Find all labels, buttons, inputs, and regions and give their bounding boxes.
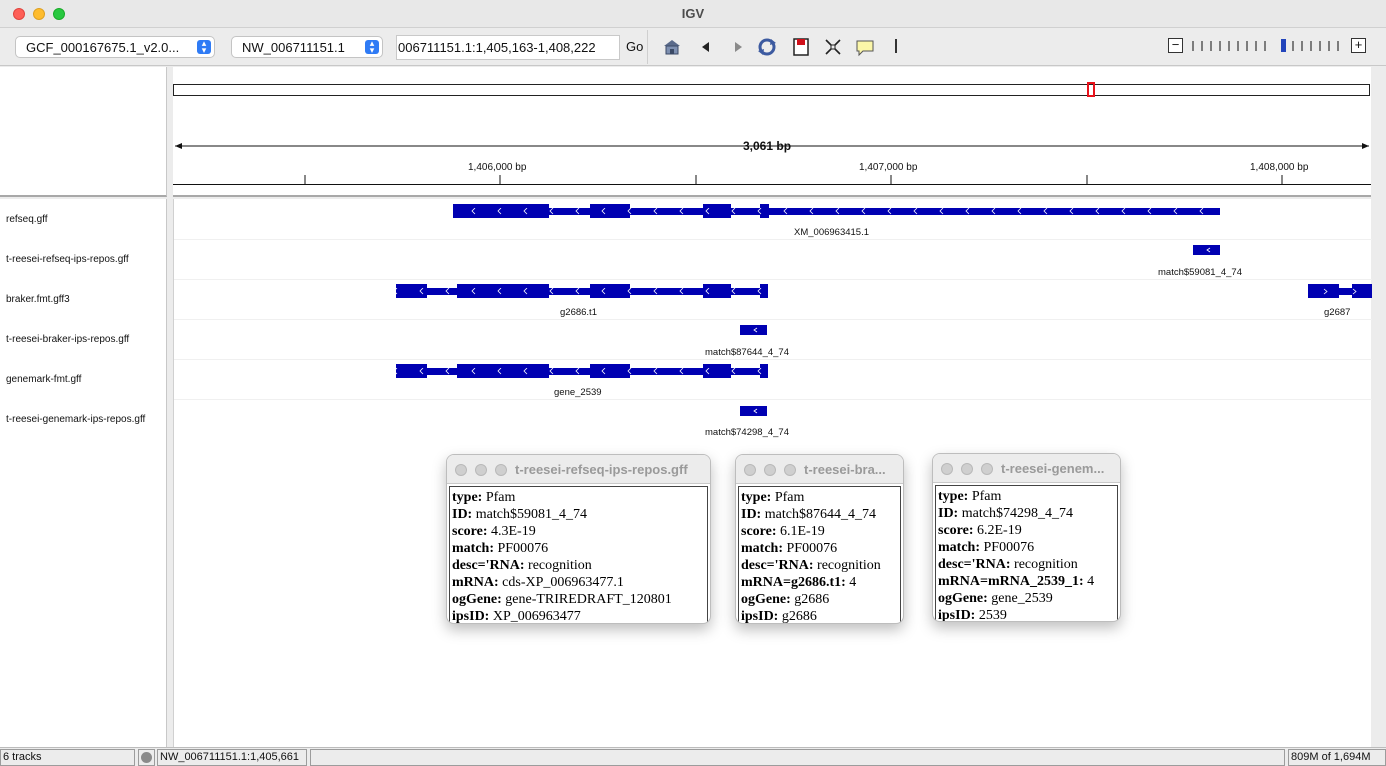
status-message bbox=[310, 749, 1285, 766]
ruler-panel: 3,061 bp 1,406,000 bp 1,407,000 bp 1,408… bbox=[173, 67, 1371, 197]
popup-titlebar[interactable]: t-reesei-genem... bbox=[933, 454, 1120, 483]
status-bar: 6 tracks NW_006711151.1:1,405,661 809M o… bbox=[0, 747, 1386, 766]
gene-feature-refseq bbox=[453, 204, 1220, 218]
popup-body: type: Pfam ID: match$59081_4_74 score: 4… bbox=[452, 490, 672, 624]
feature-label: XM_006963415.1 bbox=[794, 227, 870, 238]
popup-titlebar[interactable]: t-reesei-bra... bbox=[736, 455, 903, 484]
gene-feature-braker bbox=[396, 284, 768, 298]
resize-to-window-icon[interactable] bbox=[823, 37, 843, 57]
feature-label: match$87644_4_74 bbox=[705, 347, 789, 358]
track-name-genemark[interactable]: genemark-fmt.gff bbox=[6, 374, 81, 385]
chevron-updown-icon: ▴ ▾ bbox=[365, 39, 379, 55]
track-name-refseq[interactable]: refseq.gff bbox=[6, 214, 48, 225]
popup-title: t-reesei-bra... bbox=[804, 462, 886, 477]
refresh-icon[interactable] bbox=[757, 37, 777, 57]
popup-close-button[interactable] bbox=[455, 464, 467, 476]
header-name-panel bbox=[0, 67, 167, 197]
popup-maximize-button[interactable] bbox=[495, 464, 507, 476]
track-name-panel: refseq.gff t-reesei-refseq-ips-repos.gff… bbox=[0, 199, 167, 747]
feature-popup-genemark-ips[interactable]: t-reesei-genem... type: Pfam ID: match$7… bbox=[932, 453, 1121, 622]
feature-label: g2686.t1 bbox=[560, 307, 597, 318]
feature-popup-braker-ips[interactable]: t-reesei-bra... type: Pfam ID: match$876… bbox=[735, 454, 904, 624]
feature-popup-refseq-ips[interactable]: t-reesei-refseq-ips-repos.gff type: Pfam… bbox=[446, 454, 711, 624]
popup-titlebar[interactable]: t-reesei-refseq-ips-repos.gff bbox=[447, 455, 710, 484]
feature-label: gene_2539 bbox=[554, 387, 602, 398]
ideogram-and-ruler[interactable] bbox=[173, 67, 1371, 197]
popup-close-button[interactable] bbox=[744, 464, 756, 476]
popup-minimize-button[interactable] bbox=[961, 463, 973, 475]
popup-close-button[interactable] bbox=[941, 463, 953, 475]
region-of-interest-icon[interactable] bbox=[791, 37, 811, 57]
ruler-span-label: 3,061 bp bbox=[743, 139, 792, 153]
back-arrow-icon[interactable] bbox=[696, 37, 716, 57]
go-button[interactable]: Go bbox=[626, 39, 643, 54]
right-margin bbox=[1371, 67, 1386, 747]
popup-body: type: Pfam ID: match$87644_4_74 score: 6… bbox=[741, 490, 881, 624]
track-name-refseq-ips[interactable]: t-reesei-refseq-ips-repos.gff bbox=[6, 254, 129, 265]
forward-arrow-icon[interactable] bbox=[728, 37, 748, 57]
popup-title: t-reesei-genem... bbox=[1001, 461, 1105, 476]
feature-label: g2687 bbox=[1324, 307, 1351, 318]
popup-info-icon[interactable] bbox=[855, 37, 875, 57]
ruler-tick-label: 1,408,000 bp bbox=[1250, 162, 1309, 173]
status-indicator-icon bbox=[141, 752, 152, 763]
window-title: IGV bbox=[681, 6, 705, 21]
toolbar-divider bbox=[647, 30, 648, 64]
status-track-count: 6 tracks bbox=[0, 749, 135, 766]
feature-tracks-canvas[interactable] bbox=[174, 199, 1372, 439]
popup-title: t-reesei-refseq-ips-repos.gff bbox=[515, 462, 688, 477]
status-position: NW_006711151.1:1,405,661 bbox=[157, 749, 307, 766]
home-icon[interactable] bbox=[662, 37, 682, 57]
chromosome-select[interactable]: NW_006711151.1 ▴ ▾ bbox=[231, 36, 383, 58]
popup-maximize-button[interactable] bbox=[981, 463, 993, 475]
popup-maximize-button[interactable] bbox=[784, 464, 796, 476]
locus-input[interactable]: 006711151.1:1,405,163-1,408,222 bbox=[396, 35, 620, 60]
title-bar: IGV bbox=[0, 0, 1386, 28]
ruler-tick-label: 1,406,000 bp bbox=[468, 162, 527, 173]
feature-label: match$59081_4_74 bbox=[1158, 267, 1242, 278]
popup-minimize-button[interactable] bbox=[764, 464, 776, 476]
popup-minimize-button[interactable] bbox=[475, 464, 487, 476]
track-name-braker-ips[interactable]: t-reesei-braker-ips-repos.gff bbox=[6, 334, 129, 345]
igv-window: IGV GCF_000167675.1_v2.0... ▴ ▾ NW_006711… bbox=[0, 0, 1386, 766]
track-name-genemark-ips[interactable]: t-reesei-genemark-ips-repos.gff bbox=[6, 414, 145, 425]
feature-label: match$74298_4_74 bbox=[705, 427, 789, 438]
status-memory[interactable]: 809M of 1,694M bbox=[1288, 749, 1386, 766]
track-name-braker[interactable]: braker.fmt.gff3 bbox=[6, 294, 70, 305]
zoom-in-button[interactable]: + bbox=[1351, 38, 1366, 53]
zoom-slider[interactable] bbox=[1190, 39, 1340, 52]
genome-select-value: GCF_000167675.1_v2.0... bbox=[26, 40, 180, 55]
genome-select[interactable]: GCF_000167675.1_v2.0... ▴ ▾ bbox=[15, 36, 215, 58]
gene-feature-genemark bbox=[396, 364, 768, 378]
zoom-out-button[interactable]: − bbox=[1168, 38, 1183, 53]
chromosome-select-value: NW_006711151.1 bbox=[242, 40, 345, 55]
ruler-tick-label: 1,407,000 bp bbox=[859, 162, 918, 173]
toolbar-divider bbox=[895, 39, 897, 53]
toolbar: GCF_000167675.1_v2.0... ▴ ▾ NW_006711151.… bbox=[0, 28, 1386, 66]
status-indicator bbox=[138, 749, 155, 766]
chevron-updown-icon: ▴ ▾ bbox=[197, 39, 211, 55]
popup-body: type: Pfam ID: match$74298_4_74 score: 6… bbox=[938, 489, 1095, 622]
gene-feature-g2687 bbox=[1308, 284, 1372, 298]
